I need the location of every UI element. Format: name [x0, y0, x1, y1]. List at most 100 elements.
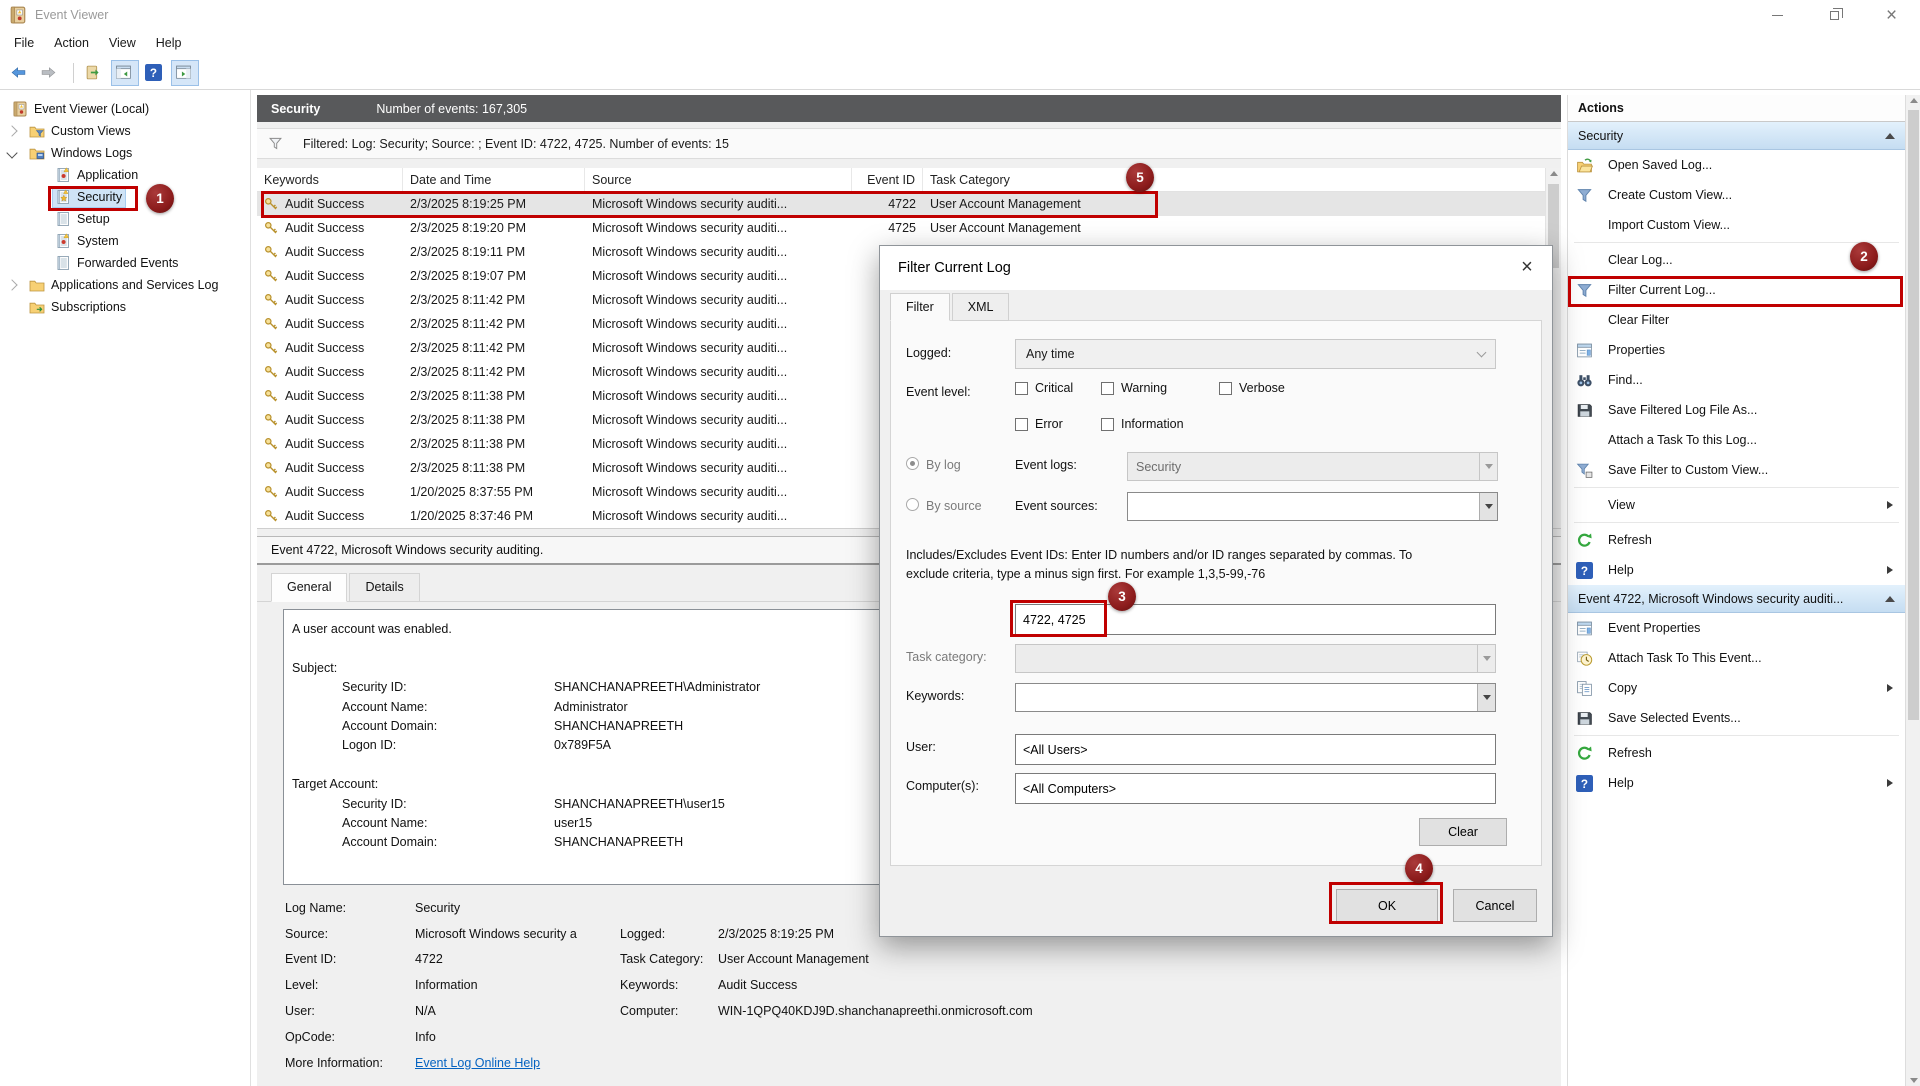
- tree-item-system[interactable]: System: [0, 230, 250, 252]
- restore-icon: [1830, 11, 1839, 20]
- action-view[interactable]: View: [1568, 490, 1905, 520]
- event-row[interactable]: Audit Success2/3/2025 8:19:20 PMMicrosof…: [257, 216, 1561, 240]
- dropdown-arrow-icon[interactable]: [1477, 684, 1495, 711]
- chevron-expanded-icon[interactable]: [6, 147, 17, 158]
- checkbox-warning[interactable]: Warning: [1101, 381, 1167, 395]
- action-clear-filter[interactable]: Clear Filter: [1568, 305, 1905, 335]
- chevron-collapsed-icon[interactable]: [6, 125, 17, 136]
- actions-scroll-up-icon[interactable]: [1910, 98, 1918, 103]
- export-button[interactable]: [81, 60, 109, 86]
- actions-scrollbar[interactable]: [1905, 95, 1920, 1086]
- tree-item-application[interactable]: Application: [0, 164, 250, 186]
- menu-file[interactable]: File: [4, 32, 44, 54]
- tree-item-custom-views[interactable]: Custom Views: [0, 120, 250, 142]
- collapse-icon[interactable]: [1885, 596, 1895, 602]
- user-input[interactable]: [1015, 734, 1496, 765]
- event-row[interactable]: Audit Success2/3/2025 8:19:25 PMMicrosof…: [257, 192, 1561, 216]
- tree-item-event-viewer-local[interactable]: Event Viewer (Local): [0, 98, 250, 120]
- keywords-dropdown[interactable]: [1015, 683, 1496, 712]
- source-cell: Microsoft Windows security auditi...: [592, 293, 787, 307]
- action-open-saved-log[interactable]: Open Saved Log...: [1568, 150, 1905, 180]
- actions-group-header-event-4722-microsoft-windows-s[interactable]: Event 4722, Microsoft Windows security a…: [1568, 585, 1905, 613]
- preview-tab-details[interactable]: Details: [349, 573, 419, 602]
- tree-item-applications-and-services-log[interactable]: Applications and Services Log: [0, 274, 250, 296]
- restore-button[interactable]: [1806, 0, 1863, 30]
- computer-input[interactable]: [1015, 773, 1496, 804]
- menu-help[interactable]: Help: [146, 32, 192, 54]
- event-logs-dropdown[interactable]: Security: [1127, 452, 1498, 481]
- action-find[interactable]: Find...: [1568, 365, 1905, 395]
- action-pane-button[interactable]: [171, 60, 199, 86]
- dropdown-arrow-icon[interactable]: [1479, 493, 1497, 520]
- column-header-task-category[interactable]: Task Category: [923, 168, 1561, 191]
- column-header-keywords[interactable]: Keywords: [257, 168, 403, 191]
- checkbox-icon[interactable]: [1219, 382, 1232, 395]
- event-ids-input[interactable]: [1015, 604, 1496, 635]
- actions-scroll-thumb[interactable]: [1908, 110, 1919, 720]
- forward-button[interactable]: [36, 60, 64, 86]
- collapse-icon[interactable]: [1885, 133, 1895, 139]
- dropdown-arrow-icon[interactable]: [1479, 453, 1497, 480]
- cancel-button[interactable]: Cancel: [1453, 889, 1537, 922]
- dropdown-arrow-icon[interactable]: [1477, 645, 1495, 672]
- action-filter-current-log[interactable]: Filter Current Log...: [1568, 275, 1905, 305]
- task-category-dropdown[interactable]: [1015, 644, 1496, 673]
- actions-group-header-security[interactable]: Security: [1568, 122, 1905, 150]
- action-create-custom-view[interactable]: Create Custom View...: [1568, 180, 1905, 210]
- menu-view[interactable]: View: [99, 32, 146, 54]
- column-header-source[interactable]: Source: [585, 168, 852, 191]
- tree-item-windows-logs[interactable]: Windows Logs: [0, 142, 250, 164]
- logged-dropdown[interactable]: Any time: [1015, 339, 1496, 369]
- tree-item-subscriptions[interactable]: Subscriptions: [0, 296, 250, 318]
- action-properties[interactable]: Properties: [1568, 335, 1905, 365]
- checkbox-icon[interactable]: [1101, 382, 1114, 395]
- action-refresh[interactable]: Refresh: [1568, 738, 1905, 768]
- action-import-custom-view[interactable]: Import Custom View...: [1568, 210, 1905, 240]
- by-log-radio[interactable]: [906, 457, 919, 470]
- ok-button[interactable]: OK: [1336, 889, 1438, 922]
- dialog-tab-filter[interactable]: Filter: [890, 293, 950, 321]
- checkbox-verbose[interactable]: Verbose: [1219, 381, 1285, 395]
- action-refresh[interactable]: Refresh: [1568, 525, 1905, 555]
- chevron-collapsed-icon[interactable]: [6, 279, 17, 290]
- event-sources-dropdown[interactable]: [1127, 492, 1498, 521]
- menu-action[interactable]: Action: [44, 32, 99, 54]
- event-log-online-help-link[interactable]: Event Log Online Help: [415, 1056, 620, 1070]
- by-source-radio[interactable]: [906, 498, 919, 511]
- checkbox-critical[interactable]: Critical: [1015, 381, 1073, 395]
- clear-button[interactable]: Clear: [1419, 818, 1507, 846]
- action-help[interactable]: ?Help: [1568, 555, 1905, 585]
- keywords-cell: Audit Success: [285, 389, 364, 403]
- action-clear-log[interactable]: Clear Log...: [1568, 245, 1905, 275]
- scroll-up-icon[interactable]: [1550, 171, 1558, 176]
- checkbox-error[interactable]: Error: [1015, 417, 1063, 431]
- preview-tab-general[interactable]: General: [271, 573, 347, 602]
- close-button[interactable]: [1863, 0, 1920, 30]
- action-help[interactable]: ?Help: [1568, 768, 1905, 798]
- action-save-filtered-log-file-as[interactable]: Save Filtered Log File As...: [1568, 395, 1905, 425]
- tree-item-forwarded-events[interactable]: Forwarded Events: [0, 252, 250, 274]
- checkbox-icon[interactable]: [1101, 418, 1114, 431]
- column-header-date-and-time[interactable]: Date and Time: [403, 168, 585, 191]
- back-button[interactable]: [6, 60, 34, 86]
- column-header-event-id[interactable]: Event ID: [852, 168, 923, 191]
- tree-item-security[interactable]: Security: [0, 186, 250, 208]
- help-toolbar-button[interactable]: ?: [141, 60, 169, 86]
- action-save-selected-events[interactable]: Save Selected Events...: [1568, 703, 1905, 733]
- action-attach-a-task-to-this-log[interactable]: Attach a Task To this Log...: [1568, 425, 1905, 455]
- dialog-tab-xml[interactable]: XML: [952, 293, 1010, 321]
- minimize-button[interactable]: [1749, 0, 1806, 30]
- checkbox-icon[interactable]: [1015, 382, 1028, 395]
- tree-item-setup[interactable]: Setup: [0, 208, 250, 230]
- show-console-tree-button[interactable]: [111, 60, 139, 86]
- svg-text:?: ?: [1581, 777, 1588, 790]
- dialog-close-button[interactable]: [1510, 252, 1544, 282]
- checkbox-information[interactable]: Information: [1101, 417, 1184, 431]
- action-attach-task-to-this-event[interactable]: Attach Task To This Event...: [1568, 643, 1905, 673]
- checkbox-icon[interactable]: [1015, 418, 1028, 431]
- action-event-properties[interactable]: Event Properties: [1568, 613, 1905, 643]
- action-save-filter-to-custom-view[interactable]: Save Filter to Custom View...: [1568, 455, 1905, 485]
- keywords-cell: Audit Success: [285, 365, 364, 379]
- actions-scroll-down-icon[interactable]: [1910, 1078, 1918, 1083]
- action-copy[interactable]: Copy: [1568, 673, 1905, 703]
